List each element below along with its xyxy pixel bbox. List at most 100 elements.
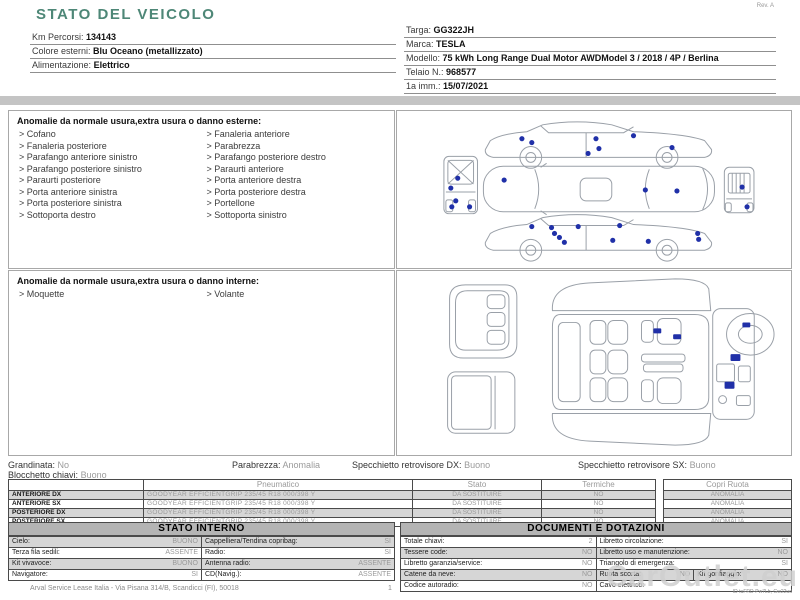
summary-value: Buono [464,460,491,470]
table-row: Cielo: BUONO Cappelliera/Tendina copribag… [8,536,395,548]
exterior-damage-diagram [443,121,755,262]
exterior-anomalies-col1: Cofano Fanaleria posteriore Parafango an… [19,129,207,221]
list-item: Cofano [19,129,207,141]
info-row-telaio: Telaio N.: 968577 [404,66,776,80]
info-row-colore: Colore esterni: Blu Oceano (metallizzato… [30,45,396,59]
list-item: Parafango posteriore destro [207,152,395,164]
info-value: 134143 [86,32,117,42]
col-stato: Stato [412,479,542,491]
table-row: Terza fila sedili: ASSENTE Radio: SI [8,547,395,559]
info-label: 1a imm.: [406,81,441,91]
field-label: Radio: [205,549,226,556]
tyre-winter: NO [541,499,656,509]
exterior-damage-diagram-panel [396,110,792,269]
table-row: ANTERIORE DX GOODYEAR EFFICIENTGRIP 235/… [8,490,656,500]
summary-value: No [57,460,70,470]
list-item: Moquette [19,289,207,301]
summary-value: Anomalia [282,460,321,470]
section-divider [0,96,800,105]
tyre-position: ANTERIORE SX [8,499,144,509]
list-item: Sottoporta destro [19,210,207,222]
field-value: SI [384,538,391,545]
parcel-shelf-view [447,371,516,434]
field-value: NO [777,549,789,556]
info-row-alimentazione: Alimentazione: Elettrico [30,59,396,73]
cabin-view [551,278,712,446]
field-label: CD(Navig.): [205,571,242,578]
wheel-cover-status: ANOMALIA [663,490,792,500]
table-row: ANOMALIA [663,490,792,500]
tyre-spec: GOODYEAR EFFICIENTGRIP 235/45 R18 000/39… [143,499,413,509]
summary-specchietto-sx: Specchietto retrovisore SX: Buono [578,460,716,470]
table-row: ANOMALIA [663,508,792,518]
list-item: Porta anteriore sinistra [19,187,207,199]
field-label: Libretto circolazione: [599,538,664,545]
info-label: Alimentazione: [32,60,92,70]
list-item: Sottoporta sinistro [207,210,395,222]
vehicle-info-right: Targa: GG322JH Marca: TESLA Modello: 75 … [404,24,776,94]
tyres-table: Pneumatico Stato Termiche ANTERIORE DX G… [8,479,656,527]
info-row-km: Km Percorsi: 134143 [30,31,396,45]
tyres-section: Pneumatico Stato Termiche ANTERIORE DX G… [8,479,792,527]
field-label: Cielo: [12,538,30,545]
info-value: 968577 [446,67,477,77]
wheel-cover-table: Copri Ruota ANOMALIA ANOMALIA ANOMALIA A… [663,479,792,527]
info-label: Targa: [406,25,432,35]
field-value: BUONO [172,538,198,545]
field-value: SI [191,571,198,578]
field-value: ASSENTE [358,560,391,567]
summary-value: Buono [689,460,716,470]
list-item: Porta anteriore destra [207,175,395,187]
field-label: Navigatore: [12,571,48,578]
exterior-anomalies-panel: Anomalie da normale usura,extra usura o … [8,110,395,269]
documenti-heading: DOCUMENTI E DOTAZIONI [400,522,792,536]
info-label: Km Percorsi: [32,32,84,42]
list-item: Fanaleria posteriore [19,141,207,153]
field-value: NO [582,549,593,556]
field-label: Terza fila sedili: [12,549,60,556]
field-value: NO [582,571,593,578]
wheel-cover-status: ANOMALIA [663,499,792,509]
summary-label: Specchietto retrovisore DX: [352,460,462,470]
list-item: Portellone [207,198,395,210]
summary-specchietto-dx: Specchietto retrovisore DX: Buono [352,460,490,470]
footer-company: Arval Service Lease Italia - Via Pisana … [30,585,239,592]
top-view [482,162,715,216]
tyre-status: DA SOSTITUIRE [412,508,542,518]
tyre-position: ANTERIORE DX [8,490,144,500]
list-item: Porta posteriore sinistra [19,198,207,210]
table-row: ANOMALIA [663,499,792,509]
list-item: Volante [207,289,395,301]
col-copri-ruota: Copri Ruota [663,479,792,491]
tyre-winter: NO [541,490,656,500]
col-termiche: Termiche [541,479,656,491]
list-item: Parabrezza [207,141,395,153]
info-row-modello: Modello: 75 kWh Long Range Dual Motor AW… [404,52,776,66]
interior-anomalies-col1: Moquette [19,289,207,301]
page-title: STATO DEL VEICOLO [36,6,216,23]
tyre-position: POSTERIORE DX [8,508,144,518]
list-item: Fanaleria anteriore [207,129,395,141]
interior-damage-diagram-panel [396,270,792,456]
info-value: 15/07/2021 [443,81,489,91]
tyre-spec: GOODYEAR EFFICIENTGRIP 235/45 R18 000/39… [143,508,413,518]
tyre-spec: GOODYEAR EFFICIENTGRIP 235/45 R18 000/39… [143,490,413,500]
table-row: POSTERIORE DX GOODYEAR EFFICIENTGRIP 235… [8,508,656,518]
info-value: Blu Oceano (metallizzato) [93,46,203,56]
info-value: TESLA [436,39,466,49]
tyres-header-row: Pneumatico Stato Termiche [8,479,656,491]
field-value: ASSENTE [165,549,198,556]
field-label: Libretto uso e manutenzione: [599,549,690,556]
field-label: Cappelliera/Tendina copribag: [205,538,298,545]
list-item: Parafango posteriore sinistro [19,164,207,176]
rear-view [443,155,478,215]
table-row: Kit vivavoce: BUONO Antenna radio: ASSENTE [8,558,395,570]
info-value: Elettrico [93,60,130,70]
side-view-left [484,121,713,169]
field-value: BUONO [172,560,198,567]
interior-anomalies-col2: Volante [207,289,395,301]
document-id-code: ID tuFRD-Pw7Lb, Gw22ud [732,589,792,595]
summary-parabrezza: Parabrezza: Anomalia [232,460,320,470]
info-row-immatricolazione: 1a imm.: 15/07/2021 [404,80,776,94]
field-label: Codice autoradio: [404,582,459,589]
